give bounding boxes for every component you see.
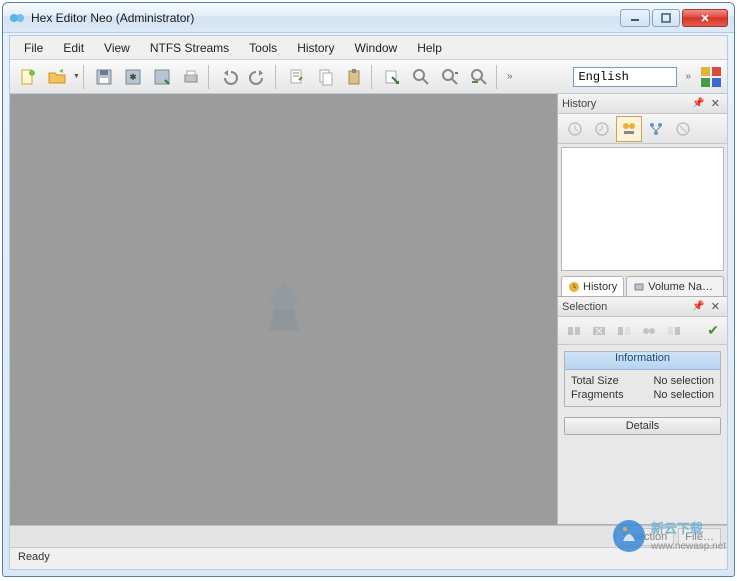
client-area: File Edit View NTFS Streams Tools Histor… (9, 35, 728, 570)
menu-history[interactable]: History (287, 38, 344, 58)
watermark-icon (244, 270, 324, 350)
check-icon[interactable]: ✔ (703, 322, 723, 339)
selection-tool-1[interactable] (562, 319, 586, 343)
open-file-button[interactable] (43, 63, 71, 91)
info-row-fragments: Fragments No selection (571, 388, 714, 402)
side-panels: History 📌 ✕ H (557, 94, 727, 525)
total-size-value: No selection (653, 375, 714, 387)
pin-icon[interactable]: 📌 (689, 98, 707, 109)
menubar: File Edit View NTFS Streams Tools Histor… (10, 36, 727, 60)
window-controls (620, 9, 728, 27)
selection-tool-3[interactable] (612, 319, 636, 343)
clock-icon (568, 281, 580, 293)
separator (371, 65, 375, 89)
window-title: Hex Editor Neo (Administrator) (31, 11, 620, 25)
history-forward-button[interactable] (589, 116, 615, 142)
maximize-button[interactable] (652, 9, 680, 27)
menu-tools[interactable]: Tools (239, 38, 287, 58)
language-input[interactable] (573, 67, 677, 87)
history-toolbar (558, 114, 727, 144)
panel-close-icon[interactable]: ✕ (708, 97, 723, 110)
menu-help[interactable]: Help (407, 38, 452, 58)
history-back-button[interactable] (562, 116, 588, 142)
print-button[interactable] (177, 63, 205, 91)
history-clear-button[interactable] (670, 116, 696, 142)
new-file-button[interactable] (14, 63, 42, 91)
save-as-button[interactable] (148, 63, 176, 91)
history-tree-button[interactable] (616, 116, 642, 142)
tab-history[interactable]: History (561, 276, 624, 296)
separator (208, 65, 212, 89)
minimize-button[interactable] (620, 9, 650, 27)
cut-button[interactable] (282, 63, 310, 91)
main-area: History 📌 ✕ H (10, 94, 727, 525)
volume-icon (633, 281, 645, 293)
editor-pane[interactable] (10, 94, 557, 525)
tab-volume[interactable]: Volume Na… (626, 276, 724, 296)
goto-button[interactable] (378, 63, 406, 91)
pin-icon[interactable]: 📌 (689, 301, 707, 312)
color-palette-icon[interactable] (699, 65, 723, 89)
copy-button[interactable] (311, 63, 339, 91)
selection-panel: Selection 📌 ✕ ✔ Information (558, 297, 727, 525)
main-toolbar: ▼ ✱ » » (10, 60, 727, 94)
fragments-label: Fragments (571, 389, 624, 401)
separator (496, 65, 500, 89)
save-button[interactable] (90, 63, 118, 91)
svg-text:✱: ✱ (129, 72, 137, 82)
selection-tool-4[interactable] (637, 319, 661, 343)
information-group: Information Total Size No selection Frag… (564, 351, 721, 407)
details-button[interactable]: Details (564, 417, 721, 435)
history-panel: History 📌 ✕ H (558, 94, 727, 297)
menu-file[interactable]: File (14, 38, 53, 58)
history-panel-tabs: History Volume Na… (558, 274, 727, 296)
selection-tool-2[interactable] (587, 319, 611, 343)
find-button[interactable] (407, 63, 435, 91)
language-selector: » (573, 65, 723, 89)
fragments-value: No selection (653, 389, 714, 401)
status-text: Ready (18, 551, 50, 563)
information-body: Total Size No selection Fragments No sel… (565, 370, 720, 406)
save-all-button[interactable]: ✱ (119, 63, 147, 91)
toolbar-overflow-icon[interactable]: » (503, 71, 517, 82)
close-button[interactable] (682, 9, 728, 27)
selection-toolbar: ✔ (558, 317, 727, 345)
open-dropdown-icon[interactable]: ▼ (73, 73, 80, 80)
selection-tool-5[interactable] (662, 319, 686, 343)
separator (83, 65, 87, 89)
bottom-tab-selection[interactable]: Selection (615, 528, 674, 546)
find-next-button[interactable] (436, 63, 464, 91)
bottom-tab-strip: Selection File… (10, 525, 727, 547)
undo-button[interactable] (215, 63, 243, 91)
paste-button[interactable] (340, 63, 368, 91)
selection-panel-title: Selection (562, 301, 689, 313)
redo-button[interactable] (244, 63, 272, 91)
language-overflow-icon[interactable]: » (681, 71, 695, 82)
titlebar[interactable]: Hex Editor Neo (Administrator) (3, 3, 734, 33)
menu-ntfs-streams[interactable]: NTFS Streams (140, 38, 239, 58)
history-list[interactable] (561, 147, 724, 271)
menu-window[interactable]: Window (345, 38, 408, 58)
tab-volume-label: Volume Na… (648, 281, 713, 293)
total-size-label: Total Size (571, 375, 619, 387)
menu-edit[interactable]: Edit (53, 38, 94, 58)
statusbar: Ready (10, 547, 727, 569)
info-row-total-size: Total Size No selection (571, 374, 714, 388)
information-header: Information (565, 352, 720, 370)
app-icon (9, 10, 25, 26)
replace-button[interactable] (465, 63, 493, 91)
application-window: Hex Editor Neo (Administrator) File Edit… (2, 2, 735, 577)
history-panel-title: History (562, 98, 689, 110)
tab-history-label: History (583, 281, 617, 293)
history-branch-button[interactable] (643, 116, 669, 142)
menu-view[interactable]: View (94, 38, 140, 58)
history-panel-header[interactable]: History 📌 ✕ (558, 94, 727, 114)
bottom-tab-file[interactable]: File… (678, 528, 721, 546)
selection-panel-header[interactable]: Selection 📌 ✕ (558, 297, 727, 317)
separator (275, 65, 279, 89)
panel-close-icon[interactable]: ✕ (708, 300, 723, 313)
